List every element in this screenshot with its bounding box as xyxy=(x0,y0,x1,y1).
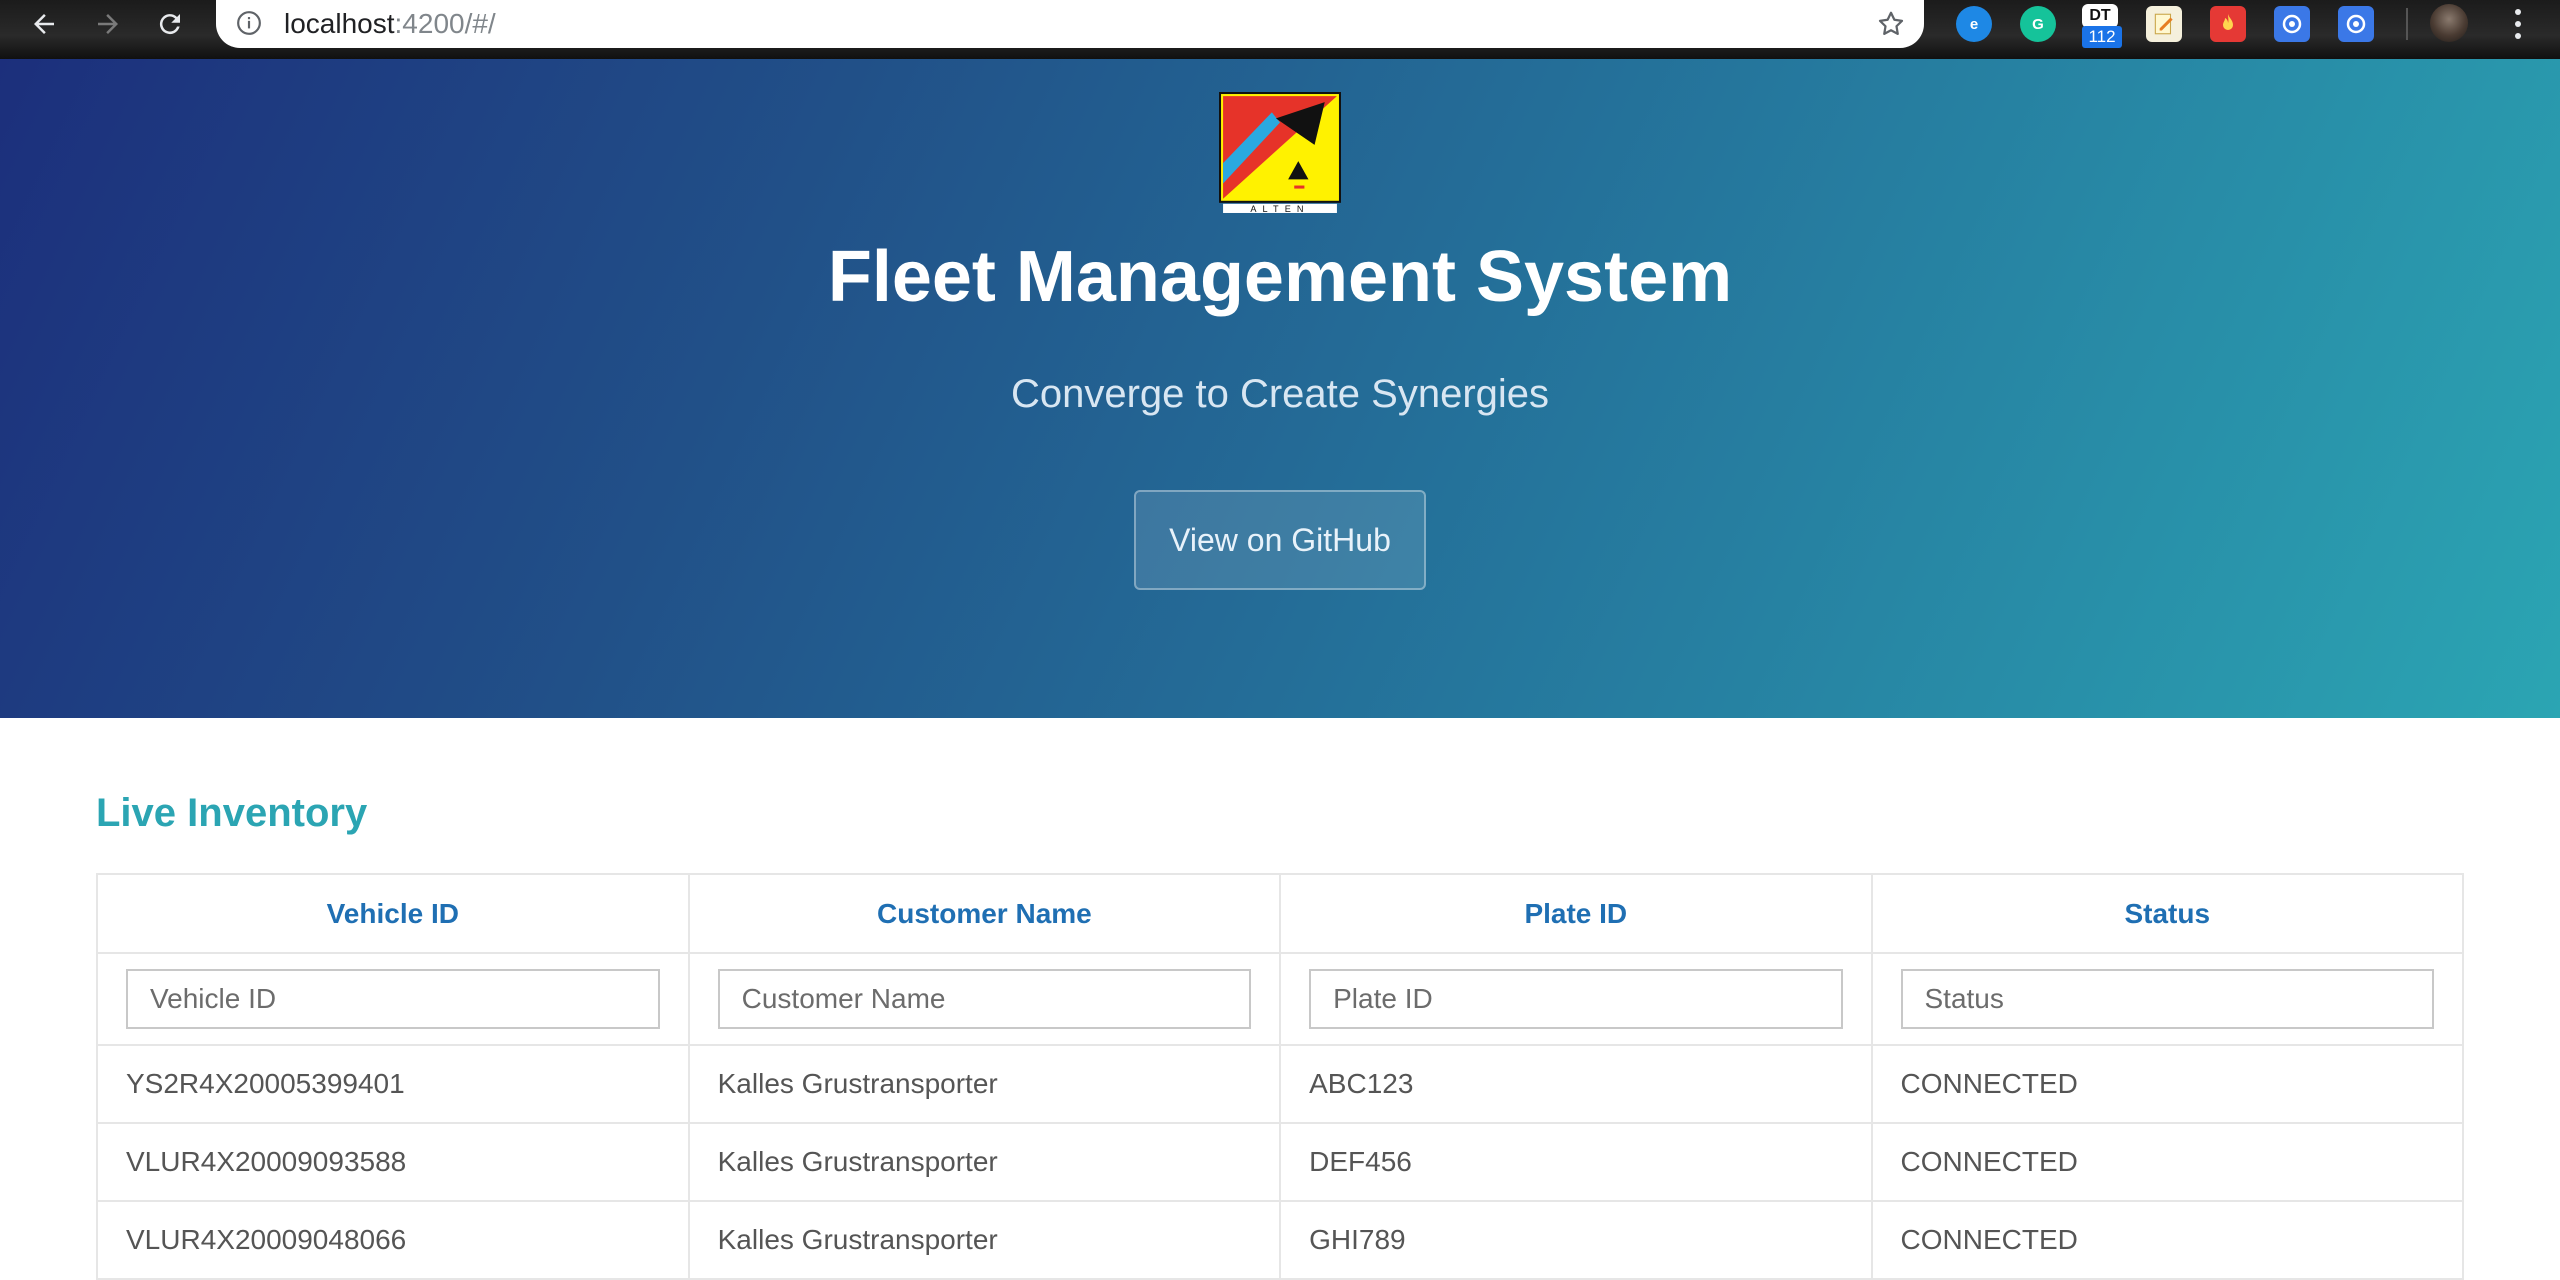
notes-icon[interactable] xyxy=(2146,6,2182,42)
filter-cell xyxy=(1870,952,2464,1046)
kebab-menu-icon[interactable] xyxy=(2508,4,2528,44)
vehicle-id-filter-input[interactable] xyxy=(126,969,660,1029)
table-header-row: Vehicle ID Customer Name Plate ID Status xyxy=(96,873,2464,954)
reload-icon xyxy=(159,14,180,35)
plate-id-cell: GHI789 xyxy=(1279,1200,1873,1280)
customer-name-filter-input[interactable] xyxy=(717,969,1252,1029)
extension-badge: 112 xyxy=(2082,26,2122,48)
column-header-customer-name[interactable]: Customer Name xyxy=(687,873,1282,954)
info-icon[interactable] xyxy=(236,10,262,36)
svg-text:ALTEN: ALTEN xyxy=(1250,204,1309,214)
browser-toolbar: localhost:4200/#/ e G DT 112 xyxy=(0,0,2560,59)
plate-id-cell: DEF456 xyxy=(1279,1122,1873,1202)
forward-icon xyxy=(98,14,118,34)
vehicle-id-cell: VLUR4X20009048066 xyxy=(96,1200,690,1280)
forward-button[interactable] xyxy=(86,2,130,46)
dt-icon[interactable]: DT xyxy=(2082,4,2118,28)
column-header-plate-id[interactable]: Plate ID xyxy=(1279,873,1873,954)
table-row[interactable]: VLUR4X20009048066 Kalles Grustransporter… xyxy=(96,1200,2464,1280)
fire-icon[interactable] xyxy=(2210,6,2246,42)
inventory-table: Vehicle ID Customer Name Plate ID Status… xyxy=(96,873,2464,1280)
page-title: Fleet Management System xyxy=(827,237,1733,317)
table-row[interactable]: YS2R4X20005399401 Kalles Grustransporter… xyxy=(96,1044,2464,1124)
hero-banner: ALTEN Fleet Management System Converge t… xyxy=(0,59,2560,718)
filter-cell xyxy=(687,952,1282,1046)
status-cell: CONNECTED xyxy=(1870,1044,2464,1124)
grammarly-icon[interactable]: G xyxy=(2020,6,2056,42)
column-header-vehicle-id[interactable]: Vehicle ID xyxy=(96,873,690,954)
status-filter-input[interactable] xyxy=(1900,969,2434,1029)
edge-icon[interactable]: e xyxy=(1956,6,1992,42)
url-text: localhost:4200/#/ xyxy=(284,8,496,39)
status-cell: CONNECTED xyxy=(1870,1122,2464,1202)
shield-icon[interactable] xyxy=(2338,6,2374,42)
section-title-live-inventory: Live Inventory xyxy=(96,791,368,835)
alten-logo: ALTEN xyxy=(1219,92,1341,214)
view-on-github-button[interactable]: View on GitHub xyxy=(1134,490,1426,590)
page-tagline: Converge to Create Synergies xyxy=(1010,372,1550,416)
customer-name-cell: Kalles Grustransporter xyxy=(687,1200,1282,1280)
status-cell: CONNECTED xyxy=(1870,1200,2464,1280)
avatar[interactable] xyxy=(2430,4,2468,42)
shield-icon[interactable] xyxy=(2274,6,2310,42)
toolbar-divider xyxy=(2406,8,2408,40)
filter-cell xyxy=(96,952,690,1046)
plate-id-filter-input[interactable] xyxy=(1309,969,1843,1029)
back-icon xyxy=(34,14,54,34)
address-bar[interactable]: localhost:4200/#/ xyxy=(216,0,1924,48)
vehicle-id-cell: YS2R4X20005399401 xyxy=(96,1044,690,1124)
filter-row xyxy=(96,952,2464,1046)
column-header-status[interactable]: Status xyxy=(1870,873,2464,954)
filter-cell xyxy=(1279,952,1873,1046)
table-row[interactable]: VLUR4X20009093588 Kalles Grustransporter… xyxy=(96,1122,2464,1202)
customer-name-cell: Kalles Grustransporter xyxy=(687,1122,1282,1202)
customer-name-cell: Kalles Grustransporter xyxy=(687,1044,1282,1124)
vehicle-id-cell: VLUR4X20009093588 xyxy=(96,1122,690,1202)
plate-id-cell: ABC123 xyxy=(1279,1044,1873,1124)
reload-button[interactable] xyxy=(148,2,192,46)
back-button[interactable] xyxy=(22,2,66,46)
star-icon[interactable] xyxy=(1876,9,1906,39)
